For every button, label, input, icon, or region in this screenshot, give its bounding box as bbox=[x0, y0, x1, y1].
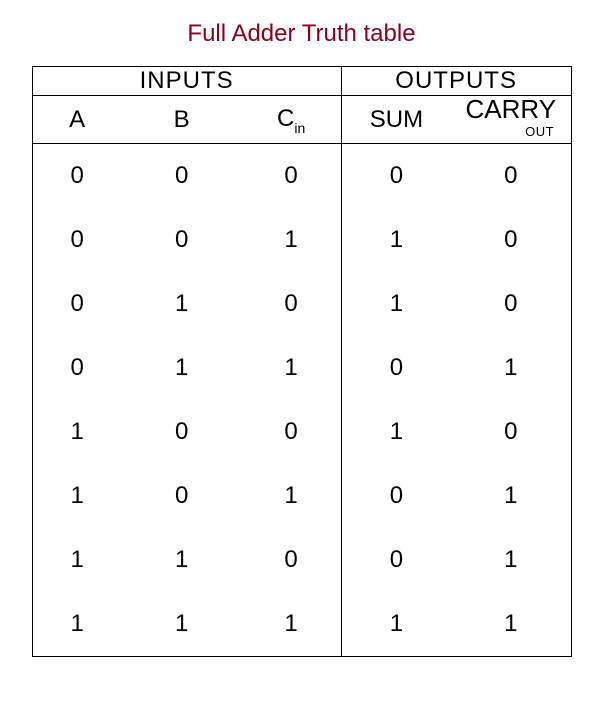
table-row: 00000 bbox=[32, 144, 571, 209]
column-carry-header: CARRY OUT bbox=[451, 96, 571, 144]
cell-sum: 0 bbox=[341, 144, 451, 209]
page-title: Full Adder Truth table bbox=[24, 20, 579, 48]
cell-a: 1 bbox=[32, 464, 122, 528]
cell-a: 1 bbox=[32, 528, 122, 592]
cell-a: 1 bbox=[32, 400, 122, 464]
outputs-header: OUTPUTS bbox=[341, 67, 571, 96]
table-row: 10010 bbox=[32, 400, 571, 464]
truth-table: INPUTS OUTPUTS A B Cin SUM CARRY OUT bbox=[32, 66, 572, 657]
column-a-header: A bbox=[32, 96, 122, 144]
cell-cin: 0 bbox=[241, 144, 341, 209]
table-row: 01010 bbox=[32, 272, 571, 336]
cell-a: 1 bbox=[32, 592, 122, 657]
cell-carry: 1 bbox=[451, 528, 571, 592]
cell-b: 1 bbox=[122, 336, 242, 400]
cell-sum: 0 bbox=[341, 528, 451, 592]
cell-sum: 1 bbox=[341, 272, 451, 336]
column-sum-header: SUM bbox=[341, 96, 451, 144]
table-row: 00110 bbox=[32, 208, 571, 272]
cell-sum: 1 bbox=[341, 592, 451, 657]
cell-carry: 1 bbox=[451, 336, 571, 400]
cell-b: 1 bbox=[122, 272, 242, 336]
carry-main-label: CARRY bbox=[466, 94, 557, 124]
inputs-header: INPUTS bbox=[32, 67, 341, 96]
cell-a: 0 bbox=[32, 272, 122, 336]
column-header-row: A B Cin SUM CARRY OUT bbox=[32, 96, 571, 144]
cell-b: 0 bbox=[122, 400, 242, 464]
cell-sum: 1 bbox=[341, 208, 451, 272]
cell-cin: 1 bbox=[241, 592, 341, 657]
cell-cin: 0 bbox=[241, 272, 341, 336]
carry-sub-label: OUT bbox=[466, 125, 557, 138]
cell-carry: 0 bbox=[451, 208, 571, 272]
cell-sum: 1 bbox=[341, 400, 451, 464]
table-row: 01101 bbox=[32, 336, 571, 400]
cell-carry: 0 bbox=[451, 400, 571, 464]
cell-carry: 1 bbox=[451, 464, 571, 528]
cell-b: 0 bbox=[122, 144, 242, 209]
column-b-header: B bbox=[122, 96, 242, 144]
cell-carry: 0 bbox=[451, 144, 571, 209]
cell-cin: 1 bbox=[241, 464, 341, 528]
cin-main-label: C bbox=[277, 105, 294, 132]
page: Full Adder Truth table INPUTS OUTPUTS A … bbox=[0, 0, 603, 713]
cell-cin: 1 bbox=[241, 208, 341, 272]
cell-sum: 0 bbox=[341, 336, 451, 400]
cell-cin: 0 bbox=[241, 528, 341, 592]
cin-sub-label: in bbox=[294, 120, 305, 136]
cell-b: 0 bbox=[122, 464, 242, 528]
cell-b: 0 bbox=[122, 208, 242, 272]
cell-a: 0 bbox=[32, 208, 122, 272]
table-row: 11111 bbox=[32, 592, 571, 657]
table-row: 11001 bbox=[32, 528, 571, 592]
cell-a: 0 bbox=[32, 144, 122, 209]
column-cin-header: Cin bbox=[241, 96, 341, 144]
cell-cin: 0 bbox=[241, 400, 341, 464]
cell-b: 1 bbox=[122, 592, 242, 657]
cell-carry: 0 bbox=[451, 272, 571, 336]
cell-b: 1 bbox=[122, 528, 242, 592]
group-header-row: INPUTS OUTPUTS bbox=[32, 67, 571, 96]
table-row: 10101 bbox=[32, 464, 571, 528]
cell-a: 0 bbox=[32, 336, 122, 400]
cell-carry: 1 bbox=[451, 592, 571, 657]
cell-cin: 1 bbox=[241, 336, 341, 400]
cell-sum: 0 bbox=[341, 464, 451, 528]
